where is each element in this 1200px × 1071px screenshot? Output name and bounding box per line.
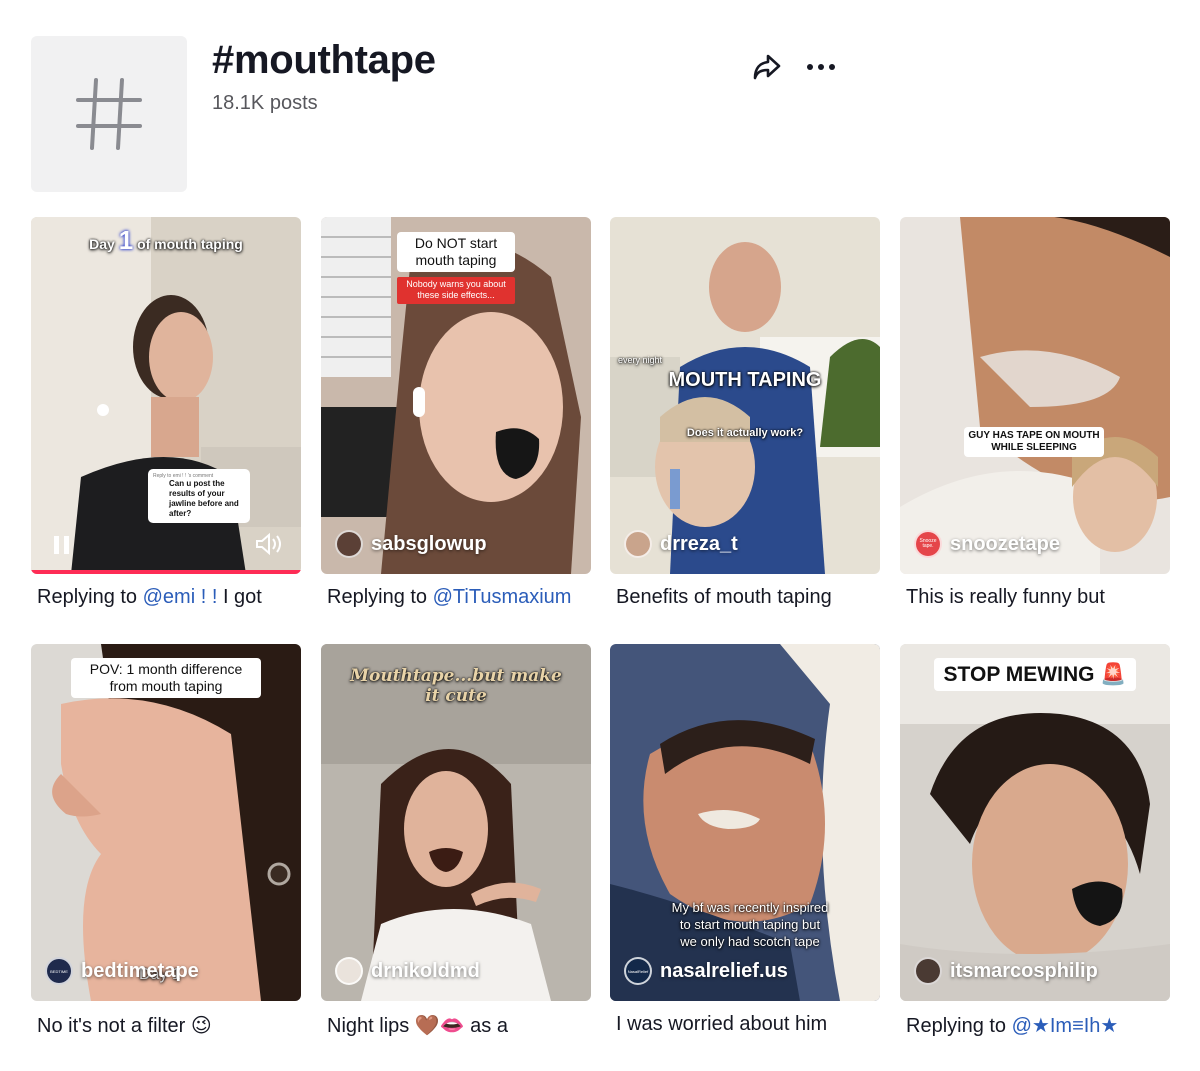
- video-caption[interactable]: Benefits of mouth taping: [610, 586, 880, 609]
- author-name[interactable]: drnikoldmd: [371, 960, 480, 983]
- video-author[interactable]: Snooze tape. snoozetape: [914, 530, 1060, 558]
- video-thumbnail[interactable]: POV: 1 month difference from mouth tapin…: [31, 644, 301, 1001]
- overlay-caption: Day 1 of mouth taping: [31, 225, 301, 256]
- caption-text: Replying to: [327, 586, 433, 608]
- video-caption[interactable]: This is really funny but: [900, 586, 1170, 609]
- hashtag-avatar: [31, 36, 187, 192]
- avatar[interactable]: [335, 957, 363, 985]
- avatar-badge: Snooze tape.: [919, 538, 937, 549]
- video-card[interactable]: every night MOUTH TAPING Does it actuall…: [610, 217, 880, 609]
- video-caption[interactable]: Night lips 🤎👄 as a: [321, 1013, 591, 1038]
- caption-text: Replying to: [37, 586, 143, 608]
- caption-text: Replying to: [906, 1015, 1012, 1037]
- video-card[interactable]: My bf was recently inspired to start mou…: [610, 644, 880, 1036]
- volume-icon: [256, 532, 281, 556]
- caption-text: I was worried about him: [616, 1013, 828, 1035]
- overlay-title: MOUTH TAPING: [668, 369, 822, 391]
- video-card[interactable]: STOP MEWING 🚨 itsmarcosphilip Replying t…: [900, 644, 1170, 1038]
- overlay-title: STOP MEWING 🚨: [934, 658, 1136, 692]
- video-thumbnail[interactable]: Do NOT start mouth taping Nobody warns y…: [321, 217, 591, 574]
- video-caption[interactable]: Replying to @TiTusmaxium: [321, 586, 591, 609]
- video-thumbnail[interactable]: Mouthtape...but make it cute drnikoldmd: [321, 644, 591, 1001]
- video-card[interactable]: Mouthtape...but make it cute drnikoldmd …: [321, 644, 591, 1038]
- video-author[interactable]: sabsglowup: [335, 530, 487, 558]
- author-name[interactable]: bedtimetape: [81, 960, 199, 983]
- overlay-subtitle: Does it actually work?: [686, 427, 804, 439]
- video-frame: [900, 217, 1170, 574]
- caption-mention[interactable]: @emi ! !: [143, 586, 218, 608]
- video-card[interactable]: GUY HAS TAPE ON MOUTH WHILE SLEEPING Sno…: [900, 217, 1170, 609]
- video-frame: [610, 217, 880, 574]
- author-name[interactable]: itsmarcosphilip: [950, 960, 1098, 983]
- author-name[interactable]: drreza_t: [660, 533, 738, 556]
- overlay-title: POV: 1 month difference from mouth tapin…: [71, 658, 261, 698]
- avatar[interactable]: Snooze tape.: [914, 530, 942, 558]
- reply-text: Can u post the results of your jawline b…: [169, 479, 239, 519]
- video-caption[interactable]: Replying to @★Im≡Ih★: [900, 1013, 1170, 1038]
- overlay-subtitle: Nobody warns you about these side effect…: [397, 277, 515, 304]
- avatar[interactable]: NasalRelief: [624, 957, 652, 985]
- video-author[interactable]: NasalRelief nasalrelief.us: [624, 957, 788, 985]
- posts-count: 18.1K posts: [212, 92, 318, 114]
- reply-bubble: Reply to emi ! ! 's comment Can u post t…: [148, 469, 250, 524]
- avatar-badge: NasalRelief: [627, 968, 649, 974]
- video-caption[interactable]: I was worried about him: [610, 1013, 880, 1036]
- author-name[interactable]: snoozetape: [950, 533, 1060, 556]
- more-options-button[interactable]: [804, 50, 838, 84]
- video-caption[interactable]: No it's not a filter 😉: [31, 1013, 301, 1038]
- pause-icon: [54, 536, 69, 554]
- author-name[interactable]: nasalrelief.us: [660, 960, 788, 983]
- avatar[interactable]: BEDTIME: [45, 957, 73, 985]
- caption-text: This is really funny but: [906, 586, 1105, 608]
- page-title: #mouthtape: [212, 38, 436, 82]
- caption-mention[interactable]: @TiTusmaxium: [433, 586, 572, 608]
- video-card[interactable]: Day 1 of mouth taping Reply to emi ! ! '…: [31, 217, 301, 609]
- video-author[interactable]: drnikoldmd: [335, 957, 480, 985]
- video-card[interactable]: Do NOT start mouth taping Nobody warns y…: [321, 217, 591, 609]
- avatar[interactable]: [335, 530, 363, 558]
- overlay-title: Do NOT start mouth taping: [397, 232, 515, 272]
- video-thumbnail[interactable]: Day 1 of mouth taping Reply to emi ! ! '…: [31, 217, 301, 574]
- overlay-title: Mouthtape...but make it cute: [350, 666, 562, 706]
- video-author[interactable]: itsmarcosphilip: [914, 957, 1098, 985]
- author-name[interactable]: sabsglowup: [371, 533, 487, 556]
- video-card[interactable]: POV: 1 month difference from mouth tapin…: [31, 644, 301, 1038]
- overlay-number: 1: [118, 225, 134, 255]
- avatar[interactable]: [624, 530, 652, 558]
- caption-text: Benefits of mouth taping: [616, 586, 832, 608]
- overlay-title: GUY HAS TAPE ON MOUTH WHILE SLEEPING: [964, 427, 1104, 457]
- caption-mention[interactable]: @★Im≡Ih★: [1012, 1015, 1119, 1037]
- video-thumbnail[interactable]: STOP MEWING 🚨 itsmarcosphilip: [900, 644, 1170, 1001]
- overlay-word: of mouth taping: [137, 236, 243, 252]
- video-thumbnail[interactable]: My bf was recently inspired to start mou…: [610, 644, 880, 1001]
- avatar-badge: BEDTIME: [50, 968, 68, 974]
- overlay-small: every night: [618, 355, 663, 365]
- video-author[interactable]: BEDTIME bedtimetape: [45, 957, 199, 985]
- avatar[interactable]: [914, 957, 942, 985]
- hashtag-icon: [76, 78, 142, 150]
- video-thumbnail[interactable]: GUY HAS TAPE ON MOUTH WHILE SLEEPING Sno…: [900, 217, 1170, 574]
- volume-button[interactable]: [255, 532, 285, 560]
- pause-button[interactable]: [53, 535, 71, 560]
- share-button[interactable]: [750, 50, 784, 84]
- overlay-word: Day: [89, 236, 115, 252]
- caption-text: Night lips 🤎👄 as a: [327, 1015, 508, 1037]
- video-caption[interactable]: Replying to @emi ! ! I got: [31, 586, 301, 609]
- share-arrow-icon: [753, 54, 781, 80]
- video-frame: [900, 644, 1170, 1001]
- video-thumbnail[interactable]: every night MOUTH TAPING Does it actuall…: [610, 217, 880, 574]
- caption-text: I got: [217, 586, 262, 608]
- video-author[interactable]: drreza_t: [624, 530, 738, 558]
- more-dots-icon: [807, 64, 835, 70]
- caption-text: No it's not a filter 😉: [37, 1015, 212, 1037]
- overlay-title: My bf was recently inspired to start mou…: [671, 900, 829, 949]
